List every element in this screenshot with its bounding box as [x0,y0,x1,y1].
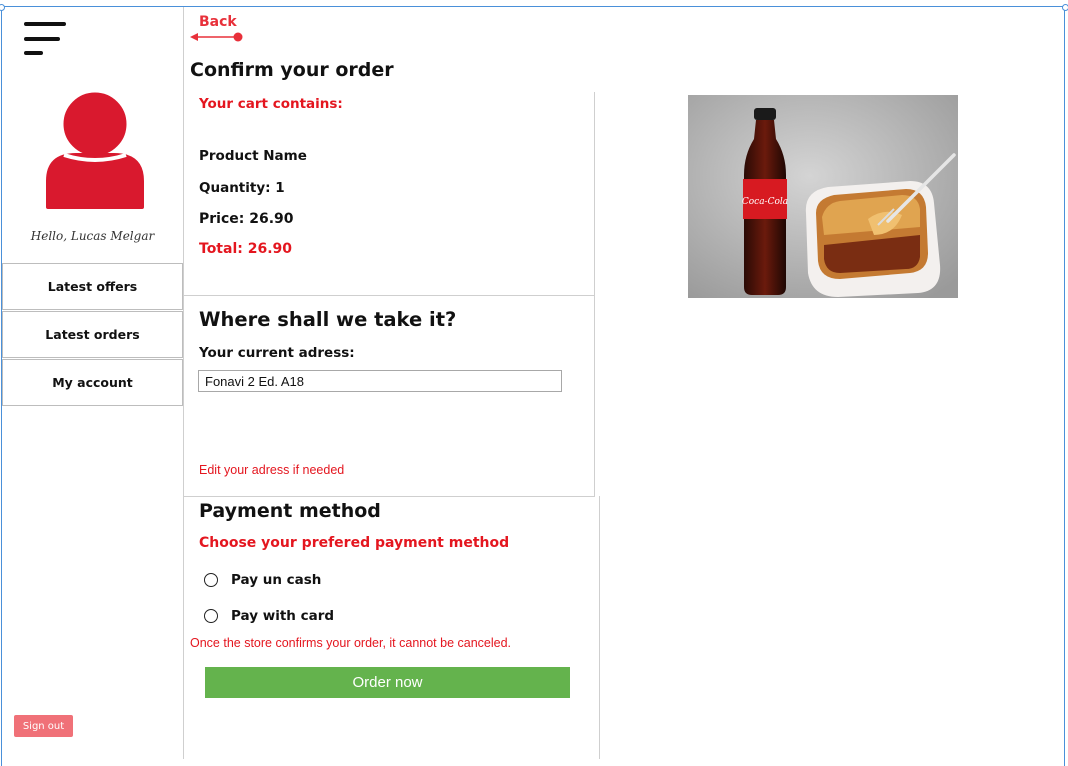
product-quantity: Quantity: 1 [199,180,285,196]
back-label: Back [199,14,237,30]
back-link[interactable]: Back [190,14,246,46]
payment-subheading: Choose your prefered payment method [199,535,510,551]
sidebar-item-my-account[interactable]: My account [2,359,183,406]
sidebar-item-latest-orders[interactable]: Latest orders [2,311,183,358]
radio-button[interactable] [204,573,218,587]
section-divider [184,295,595,296]
delivery-heading: Where shall we take it? [199,308,457,331]
user-avatar-icon [46,89,144,209]
sign-out-button[interactable]: Sign out [14,715,73,737]
cart-heading: Your cart contains: [199,96,343,112]
sidebar-item-label: Latest orders [45,327,140,342]
frame-handle [1062,4,1068,11]
edit-address-hint: Edit your adress if needed [199,463,345,477]
column-divider [599,496,600,759]
payment-option-cash[interactable]: Pay un cash [204,570,321,590]
order-now-button[interactable]: Order now [205,667,570,698]
sidebar-item-label: My account [52,375,133,390]
bottle-label: Coca-Cola [742,197,788,207]
hamburger-menu-icon[interactable] [24,22,66,56]
sidebar-item-latest-offers[interactable]: Latest offers [2,263,183,310]
column-divider [594,92,595,496]
sidebar-item-label: Latest offers [47,279,138,294]
sidebar: Hello, Lucas Melgar Latest offers Latest… [2,7,184,759]
back-arrow-icon [190,32,243,42]
product-name: Product Name [199,148,307,164]
payment-option-card[interactable]: Pay with card [204,606,334,626]
order-total: Total: 26.90 [199,241,293,257]
payment-heading: Payment method [199,500,381,522]
radio-button[interactable] [204,609,218,623]
address-label: Your current adress: [199,345,355,361]
address-input[interactable] [198,370,562,392]
section-divider [184,496,595,497]
page-title: Confirm your order [190,59,394,81]
greeting-text: Hello, Lucas Melgar [30,229,155,243]
product-image: Coca-Cola [688,95,958,298]
payment-option-label: Pay un cash [231,572,322,588]
payment-option-label: Pay with card [231,608,335,624]
cancel-warning: Once the store confirms your order, it c… [190,636,512,650]
product-price: Price: 26.90 [199,211,294,227]
